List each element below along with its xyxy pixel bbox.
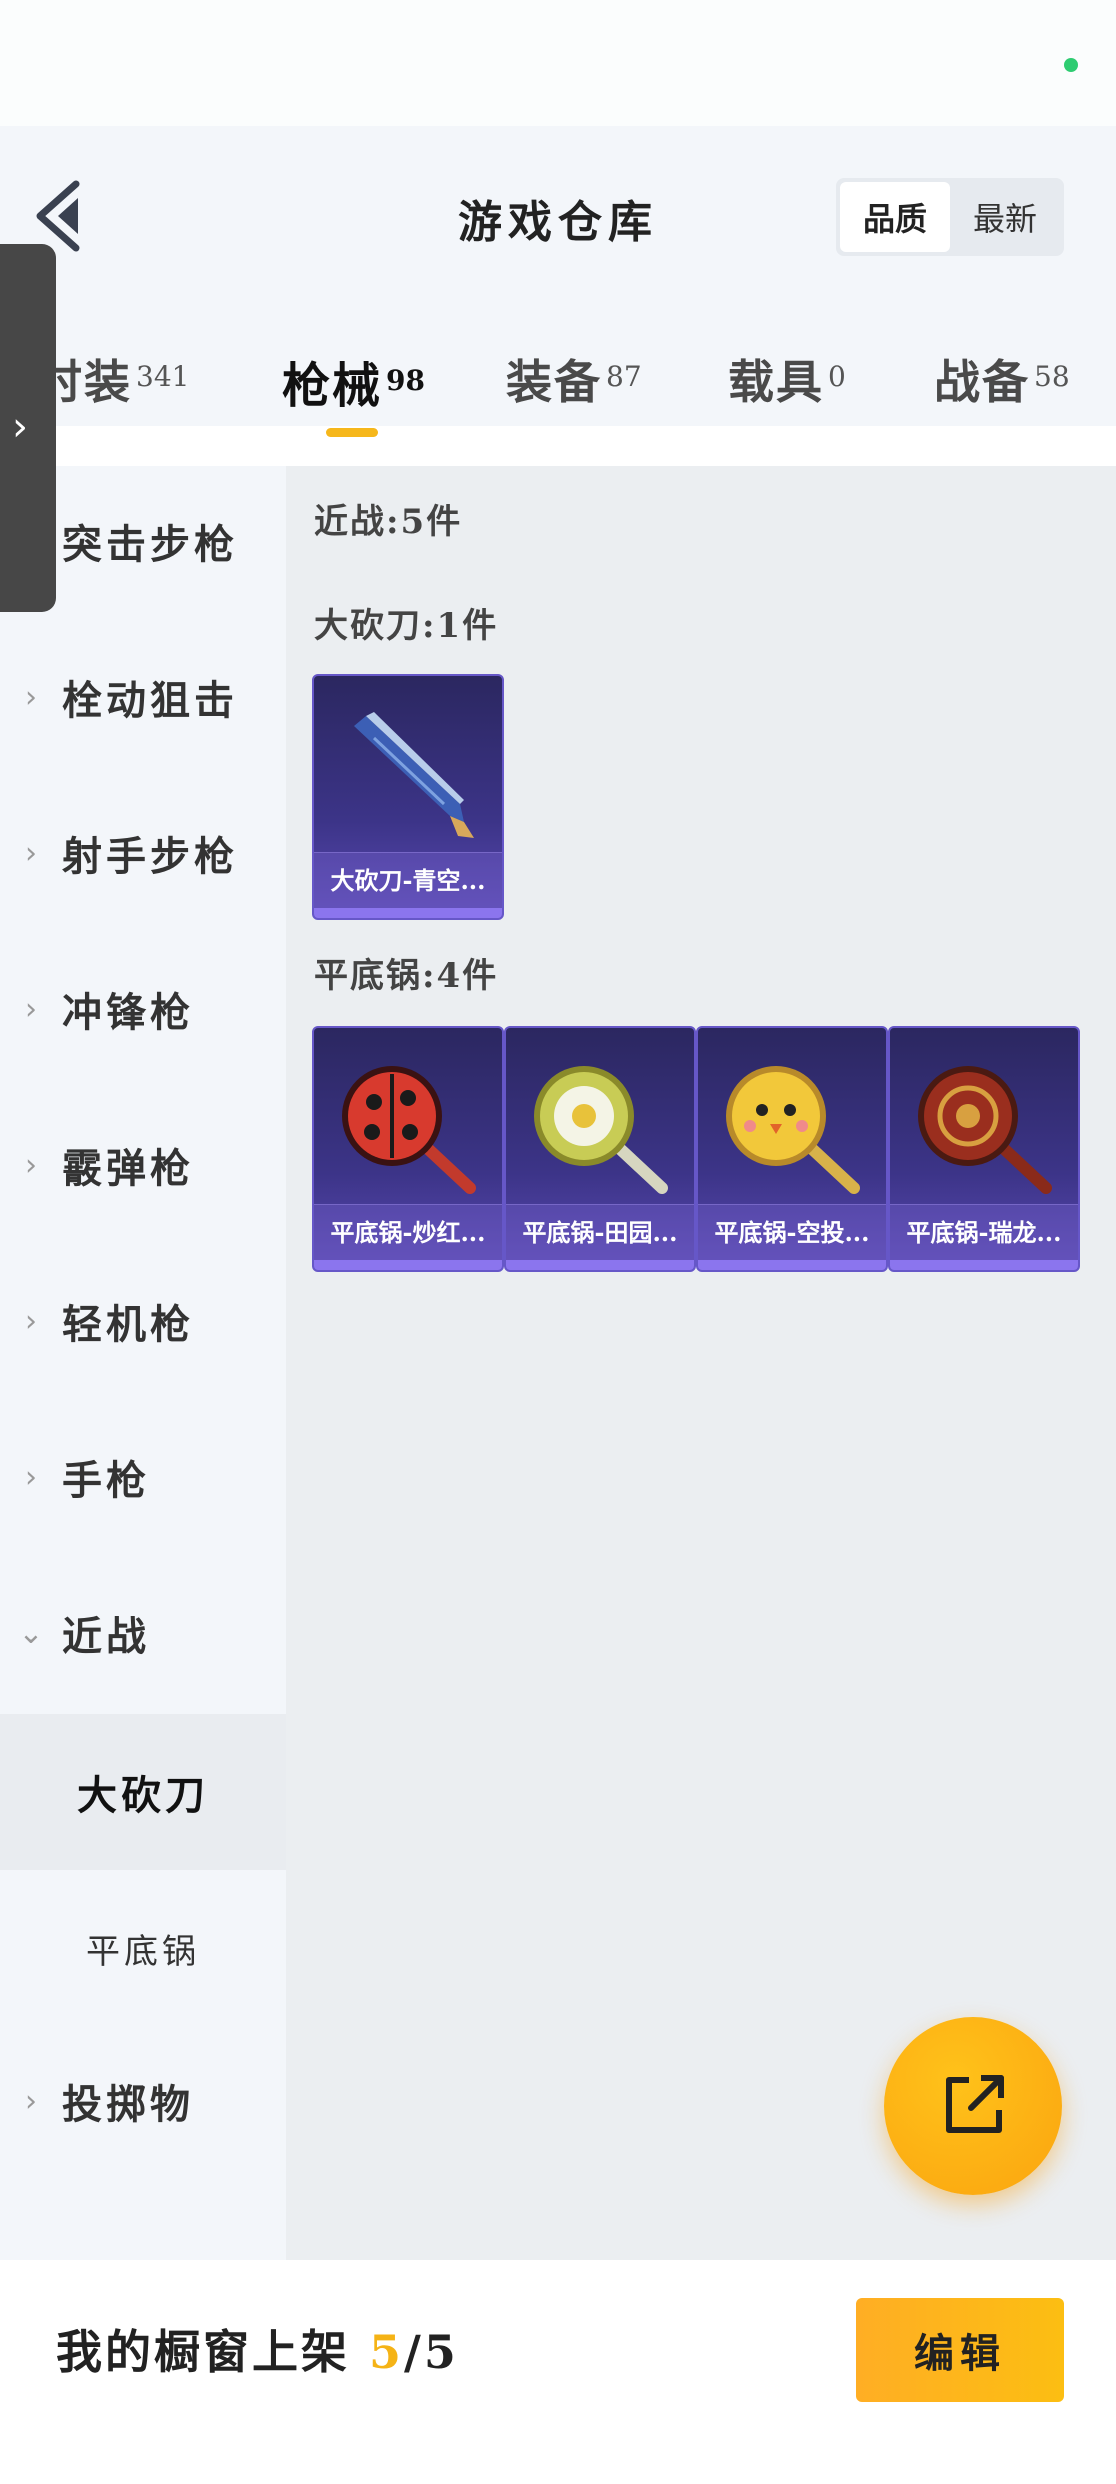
sidebar-subitem-label: 平底锅 [86,1931,200,1972]
machete-icon [354,712,474,838]
tab-count: 58 [1034,360,1070,393]
tab-label: 装备 [506,355,602,409]
sidebar-item-label: 霰弹枪 [62,1145,194,1192]
item-card-pan-daisy[interactable]: 平底锅-田园... [504,1026,696,1272]
item-card-pan-chick[interactable]: 平底锅-空投... [696,1026,888,1272]
section-title: 平底锅:4件 [314,956,499,996]
sidebar-item-lmg[interactable]: › 轻机枪 [0,1246,286,1396]
sidebar: 突击步枪 › 栓动狙击 › 射手步枪 › 冲锋枪 › 霰弹枪 › 轻机枪 › 手… [0,466,286,2260]
category-tabs: 时装 341 枪械 98 装备 87 载具 0 战备 58 [0,326,1116,446]
chevron-right-icon: › [25,1147,37,1183]
tab-count: 98 [386,364,425,397]
sidebar-item-shotgun[interactable]: › 霰弹枪 [0,1090,286,1240]
item-card-machete[interactable]: 大砍刀-青空... [312,674,504,920]
chevron-down-icon: ⌄ [18,1615,44,1651]
showcase-total-count: 5 [423,2325,459,2379]
dragon-pan-icon [918,1066,1052,1194]
sidebar-item-pistol[interactable]: › 手枪 [0,1402,286,1552]
chevron-right-icon: › [25,679,37,715]
tab-label: 战备 [934,355,1030,409]
sidebar-item-label: 投掷物 [62,2081,194,2128]
active-tab-indicator [326,428,378,437]
sidebar-item-label: 突击步枪 [62,521,238,568]
tab-vehicles[interactable]: 载具 0 [728,346,846,412]
status-indicator-dot [1064,58,1078,72]
sidebar-item-label: 栓动狙击 [62,677,238,724]
tab-fashion[interactable]: 时装 341 [36,346,189,412]
chevron-right-icon: › [12,404,28,450]
chevron-right-icon: › [25,991,37,1027]
sidebar-subitem-machete[interactable]: 大砍刀 [0,1714,286,1870]
sidebar-subitem-label: 大砍刀 [77,1772,209,1819]
item-name: 平底锅-空投... [698,1204,886,1260]
tab-count: 341 [136,360,190,393]
daisy-pan-icon [534,1066,668,1194]
tab-supplies[interactable]: 战备 58 [934,346,1070,412]
sort-toggle: 品质 最新 [836,178,1064,256]
sidebar-item-label: 冲锋枪 [62,989,194,1036]
sidebar-item-marksman-rifle[interactable]: › 射手步枪 [0,778,286,928]
ladybug-pan-icon [342,1066,476,1194]
item-card-pan-dragon[interactable]: 平底锅-瑞龙... [888,1026,1080,1272]
item-card-pan-ladybug[interactable]: 平底锅-炒红... [312,1026,504,1272]
share-external-icon [946,2075,1004,2133]
sidebar-item-label: 手枪 [62,1457,150,1504]
chevron-right-icon: › [25,1303,37,1339]
tab-equipment[interactable]: 装备 87 [506,346,642,412]
item-name: 平底锅-田园... [506,1204,694,1260]
sidebar-subitem-frying-pan[interactable]: 平底锅 [0,1870,286,2026]
sidebar-item-label: 近战 [62,1613,150,1660]
sort-by-newest-button[interactable]: 最新 [950,182,1060,252]
tab-count: 87 [606,360,642,393]
tab-label: 载具 [728,355,824,409]
chevron-right-icon: › [25,2083,37,2119]
group-title: 近战:5件 [314,502,463,542]
chick-pan-icon [726,1066,860,1194]
sidebar-item-melee[interactable]: ⌄ 近战 [0,1558,286,1708]
share-button[interactable] [884,2017,1062,2195]
floating-drawer-handle[interactable]: › [0,244,56,612]
sidebar-item-throwables[interactable]: › 投掷物 [0,2026,286,2176]
edit-button[interactable]: 编辑 [856,2298,1064,2402]
item-name: 大砍刀-青空... [314,852,502,908]
tab-label: 枪械 [282,358,383,414]
chevron-right-icon: › [25,1459,37,1495]
status-bar [0,0,1116,126]
showcase-separator: / [404,2325,424,2379]
tab-weapons[interactable]: 枪械 98 [282,346,425,416]
item-name: 平底锅-瑞龙... [890,1204,1078,1260]
sort-by-quality-button[interactable]: 品质 [840,182,950,252]
sidebar-item-smg[interactable]: › 冲锋枪 [0,934,286,1084]
sidebar-item-label: 射手步枪 [62,833,238,880]
item-name: 平底锅-炒红... [314,1204,502,1260]
chevron-right-icon: › [25,835,37,871]
showcase-label: 我的橱窗上架 [56,2325,350,2379]
sidebar-item-bolt-sniper[interactable]: › 栓动狙击 [0,622,286,772]
showcase-current-count: 5 [369,2325,405,2379]
section-title: 大砍刀:1件 [314,606,499,646]
sidebar-item-label: 轻机枪 [62,1301,194,1348]
showcase-count-text: 我的橱窗上架 5/5 [56,2316,459,2382]
tab-count: 0 [828,360,846,393]
